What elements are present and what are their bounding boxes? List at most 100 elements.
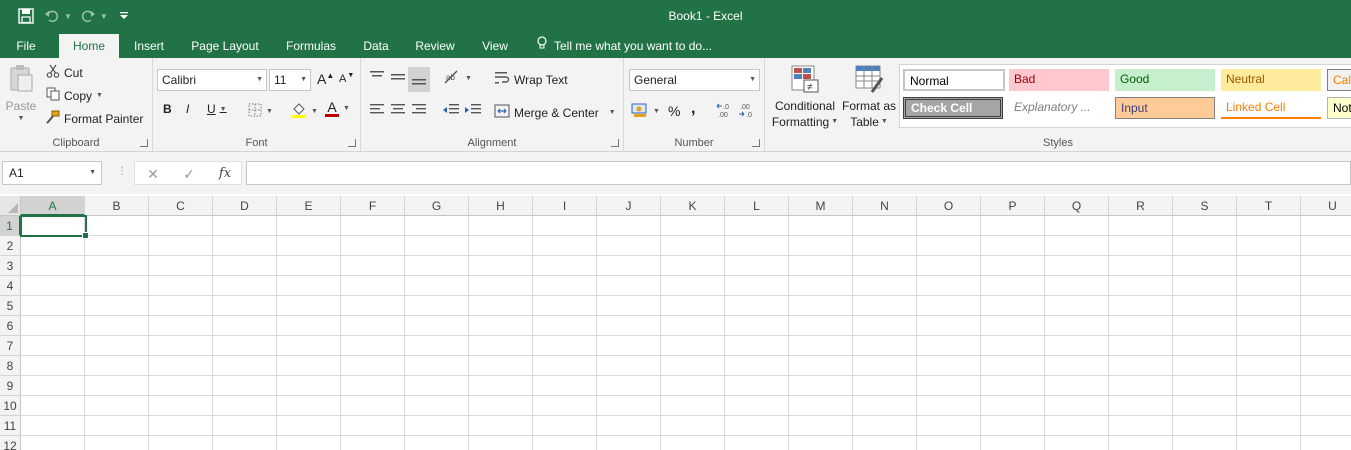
column-header[interactable]: R bbox=[1109, 196, 1173, 216]
align-bottom-button[interactable] bbox=[408, 67, 430, 92]
column-header[interactable]: J bbox=[597, 196, 661, 216]
cut-button[interactable]: Cut bbox=[46, 64, 83, 81]
formula-input[interactable] bbox=[246, 161, 1351, 185]
style-calculation[interactable]: Calc bbox=[1327, 69, 1351, 91]
row-header[interactable]: 8 bbox=[0, 356, 21, 376]
format-as-table-button[interactable]: Format as Table ▼ bbox=[841, 64, 897, 130]
tab-data[interactable]: Data bbox=[356, 34, 396, 58]
style-linked-cell[interactable]: Linked Cell bbox=[1221, 97, 1321, 119]
number-launcher-icon[interactable] bbox=[752, 139, 760, 147]
style-normal[interactable]: Normal bbox=[903, 69, 1005, 91]
tab-insert[interactable]: Insert bbox=[126, 34, 172, 58]
borders-button[interactable]: ▼ bbox=[248, 103, 273, 120]
align-middle-button[interactable] bbox=[390, 70, 406, 87]
merge-dropdown-icon[interactable]: ▼ bbox=[609, 109, 616, 116]
align-right-button[interactable] bbox=[411, 103, 427, 120]
column-header[interactable]: E bbox=[277, 196, 341, 216]
column-header[interactable]: H bbox=[469, 196, 533, 216]
copy-button[interactable]: Copy ▼ bbox=[46, 87, 103, 104]
copy-dropdown-icon[interactable]: ▼ bbox=[96, 92, 103, 99]
column-header[interactable]: T bbox=[1237, 196, 1301, 216]
tell-me-box[interactable]: Tell me what you want to do... bbox=[536, 34, 712, 58]
column-header[interactable]: K bbox=[661, 196, 725, 216]
decrease-decimal-button[interactable]: .00.0 bbox=[738, 102, 756, 121]
row-header[interactable]: 11 bbox=[0, 416, 21, 436]
tab-view[interactable]: View bbox=[474, 34, 516, 58]
row-header[interactable]: 6 bbox=[0, 316, 21, 336]
tab-home[interactable]: Home bbox=[59, 34, 119, 58]
column-header[interactable]: M bbox=[789, 196, 853, 216]
enter-icon[interactable]: ✓ bbox=[179, 164, 199, 184]
merge-center-button[interactable]: Merge & Center ▼ bbox=[494, 104, 616, 121]
tab-formulas[interactable]: Formulas bbox=[278, 34, 344, 58]
paste-button[interactable]: Paste ▼ bbox=[4, 64, 38, 122]
tab-page-layout[interactable]: Page Layout bbox=[184, 34, 266, 58]
column-header[interactable]: A bbox=[21, 196, 85, 216]
orientation-button[interactable]: ab ▼ bbox=[443, 69, 472, 88]
row-header[interactable]: 9 bbox=[0, 376, 21, 396]
bold-button[interactable]: B bbox=[163, 102, 172, 116]
format-painter-button[interactable]: Format Painter bbox=[46, 110, 143, 127]
decrease-indent-button[interactable] bbox=[442, 103, 460, 120]
style-check-cell[interactable]: Check Cell bbox=[903, 97, 1003, 119]
align-center-button[interactable] bbox=[390, 103, 406, 120]
font-color-button[interactable]: A ▼ bbox=[325, 100, 350, 117]
column-header[interactable]: C bbox=[149, 196, 213, 216]
column-header[interactable]: O bbox=[917, 196, 981, 216]
column-header[interactable]: Q bbox=[1045, 196, 1109, 216]
insert-function-icon[interactable]: fx bbox=[215, 164, 235, 184]
underline-button[interactable]: U ▼ bbox=[207, 102, 227, 116]
increase-indent-button[interactable] bbox=[464, 103, 482, 120]
style-good[interactable]: Good bbox=[1115, 69, 1215, 91]
row-header[interactable]: 10 bbox=[0, 396, 21, 416]
align-top-button[interactable] bbox=[369, 70, 385, 87]
italic-button[interactable]: I bbox=[186, 102, 189, 116]
style-input[interactable]: Input bbox=[1115, 97, 1215, 119]
comma-style-button[interactable]: , bbox=[691, 100, 695, 118]
increase-font-size-button[interactable]: A ▲ bbox=[317, 71, 334, 88]
cancel-icon[interactable]: ✕ bbox=[143, 164, 163, 184]
conditional-formatting-button[interactable]: ≠ Conditional Formatting ▼ bbox=[769, 64, 841, 130]
paste-dropdown-icon[interactable]: ▼ bbox=[18, 115, 25, 122]
fill-color-button[interactable]: ▼ bbox=[291, 102, 318, 121]
row-header[interactable]: 12 bbox=[0, 436, 21, 450]
percent-style-button[interactable]: % bbox=[668, 103, 680, 119]
font-launcher-icon[interactable] bbox=[348, 139, 356, 147]
row-header[interactable]: 2 bbox=[0, 236, 21, 256]
alignment-launcher-icon[interactable] bbox=[611, 139, 619, 147]
font-size-select[interactable]: 11 ▼ bbox=[269, 69, 311, 91]
column-header[interactable]: D bbox=[213, 196, 277, 216]
column-header[interactable]: N bbox=[853, 196, 917, 216]
clipboard-launcher-icon[interactable] bbox=[140, 139, 148, 147]
row-header[interactable]: 3 bbox=[0, 256, 21, 276]
row-header[interactable]: 7 bbox=[0, 336, 21, 356]
row-header[interactable]: 5 bbox=[0, 296, 21, 316]
decrease-font-size-button[interactable]: A ▼ bbox=[339, 72, 354, 86]
style-explanatory[interactable]: Explanatory ... bbox=[1009, 97, 1109, 119]
column-header[interactable]: B bbox=[85, 196, 149, 216]
active-cell[interactable] bbox=[20, 215, 89, 239]
column-header[interactable]: I bbox=[533, 196, 597, 216]
column-header[interactable]: U bbox=[1301, 196, 1351, 216]
column-header[interactable]: P bbox=[981, 196, 1045, 216]
tab-file[interactable]: File bbox=[8, 34, 44, 58]
tab-review[interactable]: Review bbox=[408, 34, 462, 58]
style-neutral[interactable]: Neutral bbox=[1221, 69, 1321, 91]
formula-bar-grip-icon[interactable]: ⋮ bbox=[117, 166, 127, 177]
font-family-select[interactable]: Calibri ▼ bbox=[157, 69, 267, 91]
increase-decimal-button[interactable]: .0.00 bbox=[716, 102, 734, 121]
style-bad[interactable]: Bad bbox=[1009, 69, 1109, 91]
accounting-format-button[interactable]: ▼ bbox=[631, 102, 660, 121]
name-box[interactable]: A1 ▼ bbox=[2, 161, 102, 185]
row-header[interactable]: 4 bbox=[0, 276, 21, 296]
column-header[interactable]: F bbox=[341, 196, 405, 216]
style-note[interactable]: Not bbox=[1327, 97, 1351, 119]
number-format-select[interactable]: General ▼ bbox=[629, 69, 760, 91]
column-header[interactable]: G bbox=[405, 196, 469, 216]
select-all-button[interactable] bbox=[0, 196, 21, 216]
wrap-text-button[interactable]: Wrap Text bbox=[494, 71, 568, 88]
align-left-button[interactable] bbox=[369, 103, 385, 120]
row-header[interactable]: 1 bbox=[0, 216, 21, 236]
column-header[interactable]: L bbox=[725, 196, 789, 216]
column-header[interactable]: S bbox=[1173, 196, 1237, 216]
